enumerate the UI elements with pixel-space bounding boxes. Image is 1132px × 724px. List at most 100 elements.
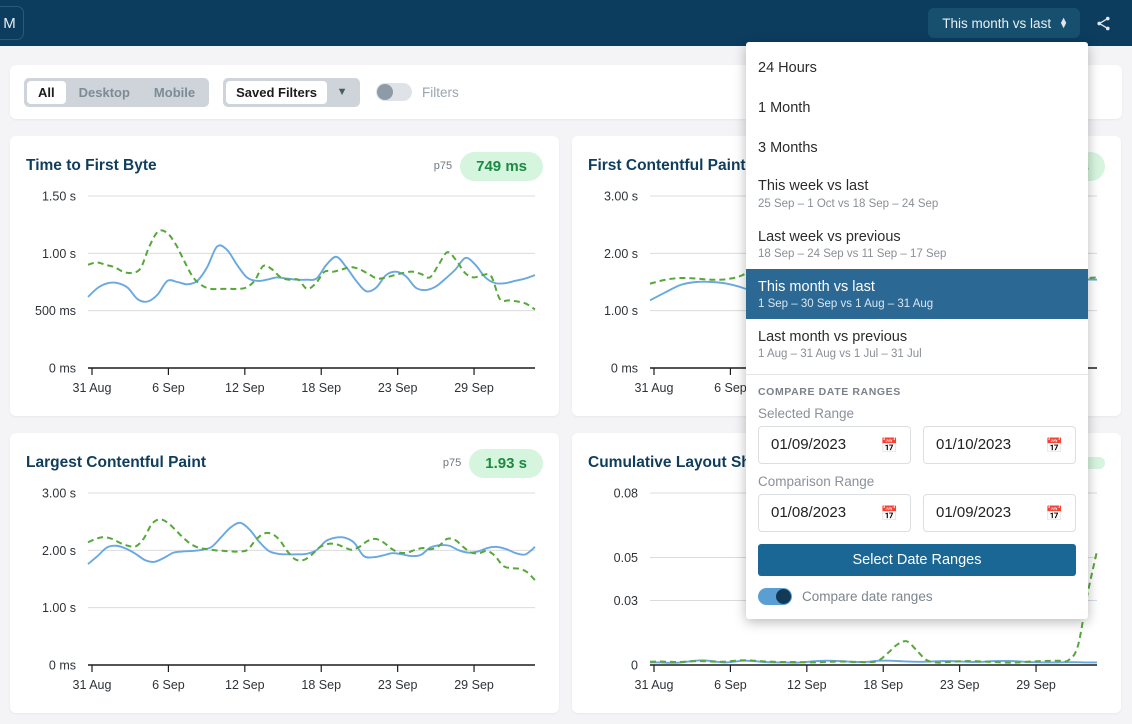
device-segment-group: All Desktop Mobile (24, 77, 210, 107)
filters-toggle[interactable] (376, 83, 413, 101)
x-axis-tick-label: 12 Sep (225, 381, 265, 395)
x-axis-tick-label: 23 Sep (378, 381, 418, 395)
x-axis-tick-label: 18 Sep (301, 381, 341, 395)
comparison-range-label: Comparison Range (758, 473, 875, 489)
x-axis-tick-label: 6 Sep (714, 381, 747, 395)
y-axis-tick-label: 0 ms (49, 362, 76, 376)
y-axis-tick-label: 0 ms (611, 362, 638, 376)
card-title: Time to First Byte (26, 157, 157, 174)
compare-toggle-knob (776, 588, 791, 604)
top-nav-actions: This month vs last ▲ ▼ (928, 6, 1124, 40)
y-axis-tick-label: 1.50 s (42, 190, 76, 204)
metric-card-lcp: Largest Contentful Paint p75 1.93 s 0 ms… (10, 433, 559, 713)
comparison-range-end-value: 01/09/2023 (936, 504, 1012, 522)
saved-filters-button[interactable]: Saved Filters (226, 80, 328, 104)
x-axis-tick-label: 31 Aug (635, 678, 674, 692)
x-axis-tick-label: 23 Sep (940, 678, 980, 692)
card-header: Largest Contentful Paint p75 1.93 s (26, 447, 543, 479)
preset-option-label: 3 Months (758, 140, 818, 157)
preset-option-label: 1 Month (758, 100, 811, 117)
top-navigation-bar: M This month vs last ▲ ▼ (0, 0, 1132, 46)
date-range-selector[interactable]: This month vs last ▲ ▼ (928, 8, 1080, 38)
calendar-icon[interactable]: 📅 (881, 506, 898, 520)
calendar-icon[interactable]: 📅 (1046, 506, 1063, 520)
x-axis-tick-label: 6 Sep (152, 678, 185, 692)
y-axis-tick-label: 2.00 s (42, 544, 76, 558)
preset-option-label: 24 Hours (758, 60, 817, 76)
preset-option-2[interactable]: 3 Months (746, 128, 1088, 168)
x-axis-tick-label: 18 Sep (863, 678, 903, 692)
comparison-range-end-input[interactable]: 01/09/2023 📅 (923, 493, 1076, 532)
selected-range-row: 01/09/2023 📅 01/10/2023 📅 (746, 425, 1088, 464)
x-axis-tick-label: 31 Aug (635, 381, 674, 395)
date-range-dropdown-panel: 24 Hours 1 Month 3 Months This week vs last… (746, 42, 1088, 619)
x-axis-tick-label: 29 Sep (454, 381, 494, 395)
selected-range-start-input[interactable]: 01/09/2023 📅 (758, 425, 911, 464)
comparison-range-start-value: 01/08/2023 (771, 504, 847, 522)
preset-option-label: Last month vs previous (758, 328, 908, 345)
x-axis-tick-label: 18 Sep (301, 678, 341, 692)
share-icon (1096, 16, 1110, 30)
calendar-icon[interactable]: 📅 (881, 438, 898, 452)
y-axis-tick-label: 3.00 s (42, 487, 76, 501)
series-line-current (87, 521, 536, 565)
preset-option-label: Last week vs previous (758, 228, 901, 245)
preset-list: 24 Hours 1 Month 3 Months This week vs last… (746, 48, 1088, 369)
preset-option-1[interactable]: 1 Month (746, 88, 1088, 128)
x-axis-tick-label: 29 Sep (1016, 678, 1056, 692)
brand-logo-chip[interactable]: M (0, 6, 24, 40)
compare-date-ranges-label: Compare date ranges (802, 588, 933, 604)
preset-option-label: This week vs last (758, 178, 869, 195)
calendar-icon[interactable]: 📅 (1046, 438, 1063, 452)
card-title: First Contentful Paint (588, 157, 746, 174)
selected-range-start-value: 01/09/2023 (771, 436, 847, 454)
chevron-up-down-icon: ▲ ▼ (1059, 15, 1068, 30)
saved-filters-group: Saved Filters ▼ (223, 77, 361, 107)
y-axis-tick-label: 1.00 s (42, 601, 76, 615)
card-title: Cumulative Layout Sh (588, 454, 751, 471)
x-axis-tick-label: 23 Sep (378, 678, 418, 692)
selected-range-label: Selected Range (758, 405, 855, 421)
chart-lcp: 0 ms 1.00 s 2.00 s 3.00 s 31 Aug 6 Sep 12 Sep 1… (26, 483, 543, 709)
y-axis-tick-label: 0.03 (614, 594, 638, 608)
preset-option-5[interactable]: This month vs last 1 Sep – 30 Sep vs 1 Au… (746, 268, 1088, 319)
filters-toggle-label: Filters (422, 84, 459, 100)
card-title: Largest Contentful Paint (26, 454, 206, 471)
percentile-label: p75 (433, 160, 453, 172)
preset-option-0[interactable]: 24 Hours (746, 48, 1088, 88)
share-button[interactable] (1086, 6, 1120, 40)
y-axis-tick-label: 0 (631, 659, 638, 673)
segment-desktop[interactable]: Desktop (68, 81, 141, 104)
y-axis-tick-label: 0.05 (614, 551, 638, 565)
comparison-range-start-input[interactable]: 01/08/2023 📅 (758, 493, 911, 532)
preset-option-4[interactable]: Last week vs previous 18 Sep – 24 Sep vs … (746, 219, 1088, 269)
y-axis-tick-label: 500 ms (35, 304, 76, 318)
compare-date-ranges-toggle[interactable] (758, 587, 792, 605)
select-date-ranges-button[interactable]: Select Date Ranges (758, 543, 1076, 576)
segment-all[interactable]: All (27, 80, 66, 104)
compare-section-title: COMPARE DATE RANGES (758, 385, 901, 398)
preset-option-sublabel: 25 Sep – 1 Oct vs 18 Sep – 24 Sep (758, 197, 939, 210)
preset-option-6[interactable]: Last month vs previous 1 Aug – 31 Aug vs … (746, 319, 1088, 369)
filters-toggle-knob (377, 84, 394, 100)
selected-range-end-input[interactable]: 01/10/2023 📅 (923, 425, 1076, 464)
caret-down-icon[interactable]: ▼ (327, 86, 357, 98)
y-axis-tick-label: 1.00 s (604, 304, 638, 318)
preset-option-3[interactable]: This week vs last 25 Sep – 1 Oct vs 18 Se… (746, 168, 1088, 218)
preset-option-sublabel: 18 Sep – 24 Sep vs 11 Sep – 17 Sep (758, 247, 947, 260)
date-range-selector-label: This month vs last (942, 15, 1052, 31)
status-badge: 1.93 s (469, 448, 543, 478)
x-axis-tick-label: 6 Sep (152, 381, 185, 395)
comparison-range-row: 01/08/2023 📅 01/09/2023 📅 (746, 493, 1088, 532)
card-header: Time to First Byte p75 749 ms (26, 150, 543, 182)
segment-mobile[interactable]: Mobile (143, 81, 206, 104)
card-metric: p75 749 ms (433, 151, 543, 181)
x-axis-tick-label: 6 Sep (714, 678, 747, 692)
x-axis-tick-label: 31 Aug (73, 678, 112, 692)
preset-option-label: This month vs last (758, 278, 875, 295)
preset-option-sublabel: 1 Aug – 31 Aug vs 1 Jul – 31 Jul (758, 347, 922, 360)
x-axis-tick-label: 12 Sep (225, 678, 265, 692)
status-badge: 749 ms (460, 151, 543, 181)
metric-card-ttfb: Time to First Byte p75 749 ms 0 ms 500 ms… (10, 136, 559, 416)
selected-range-end-value: 01/10/2023 (936, 436, 1012, 454)
